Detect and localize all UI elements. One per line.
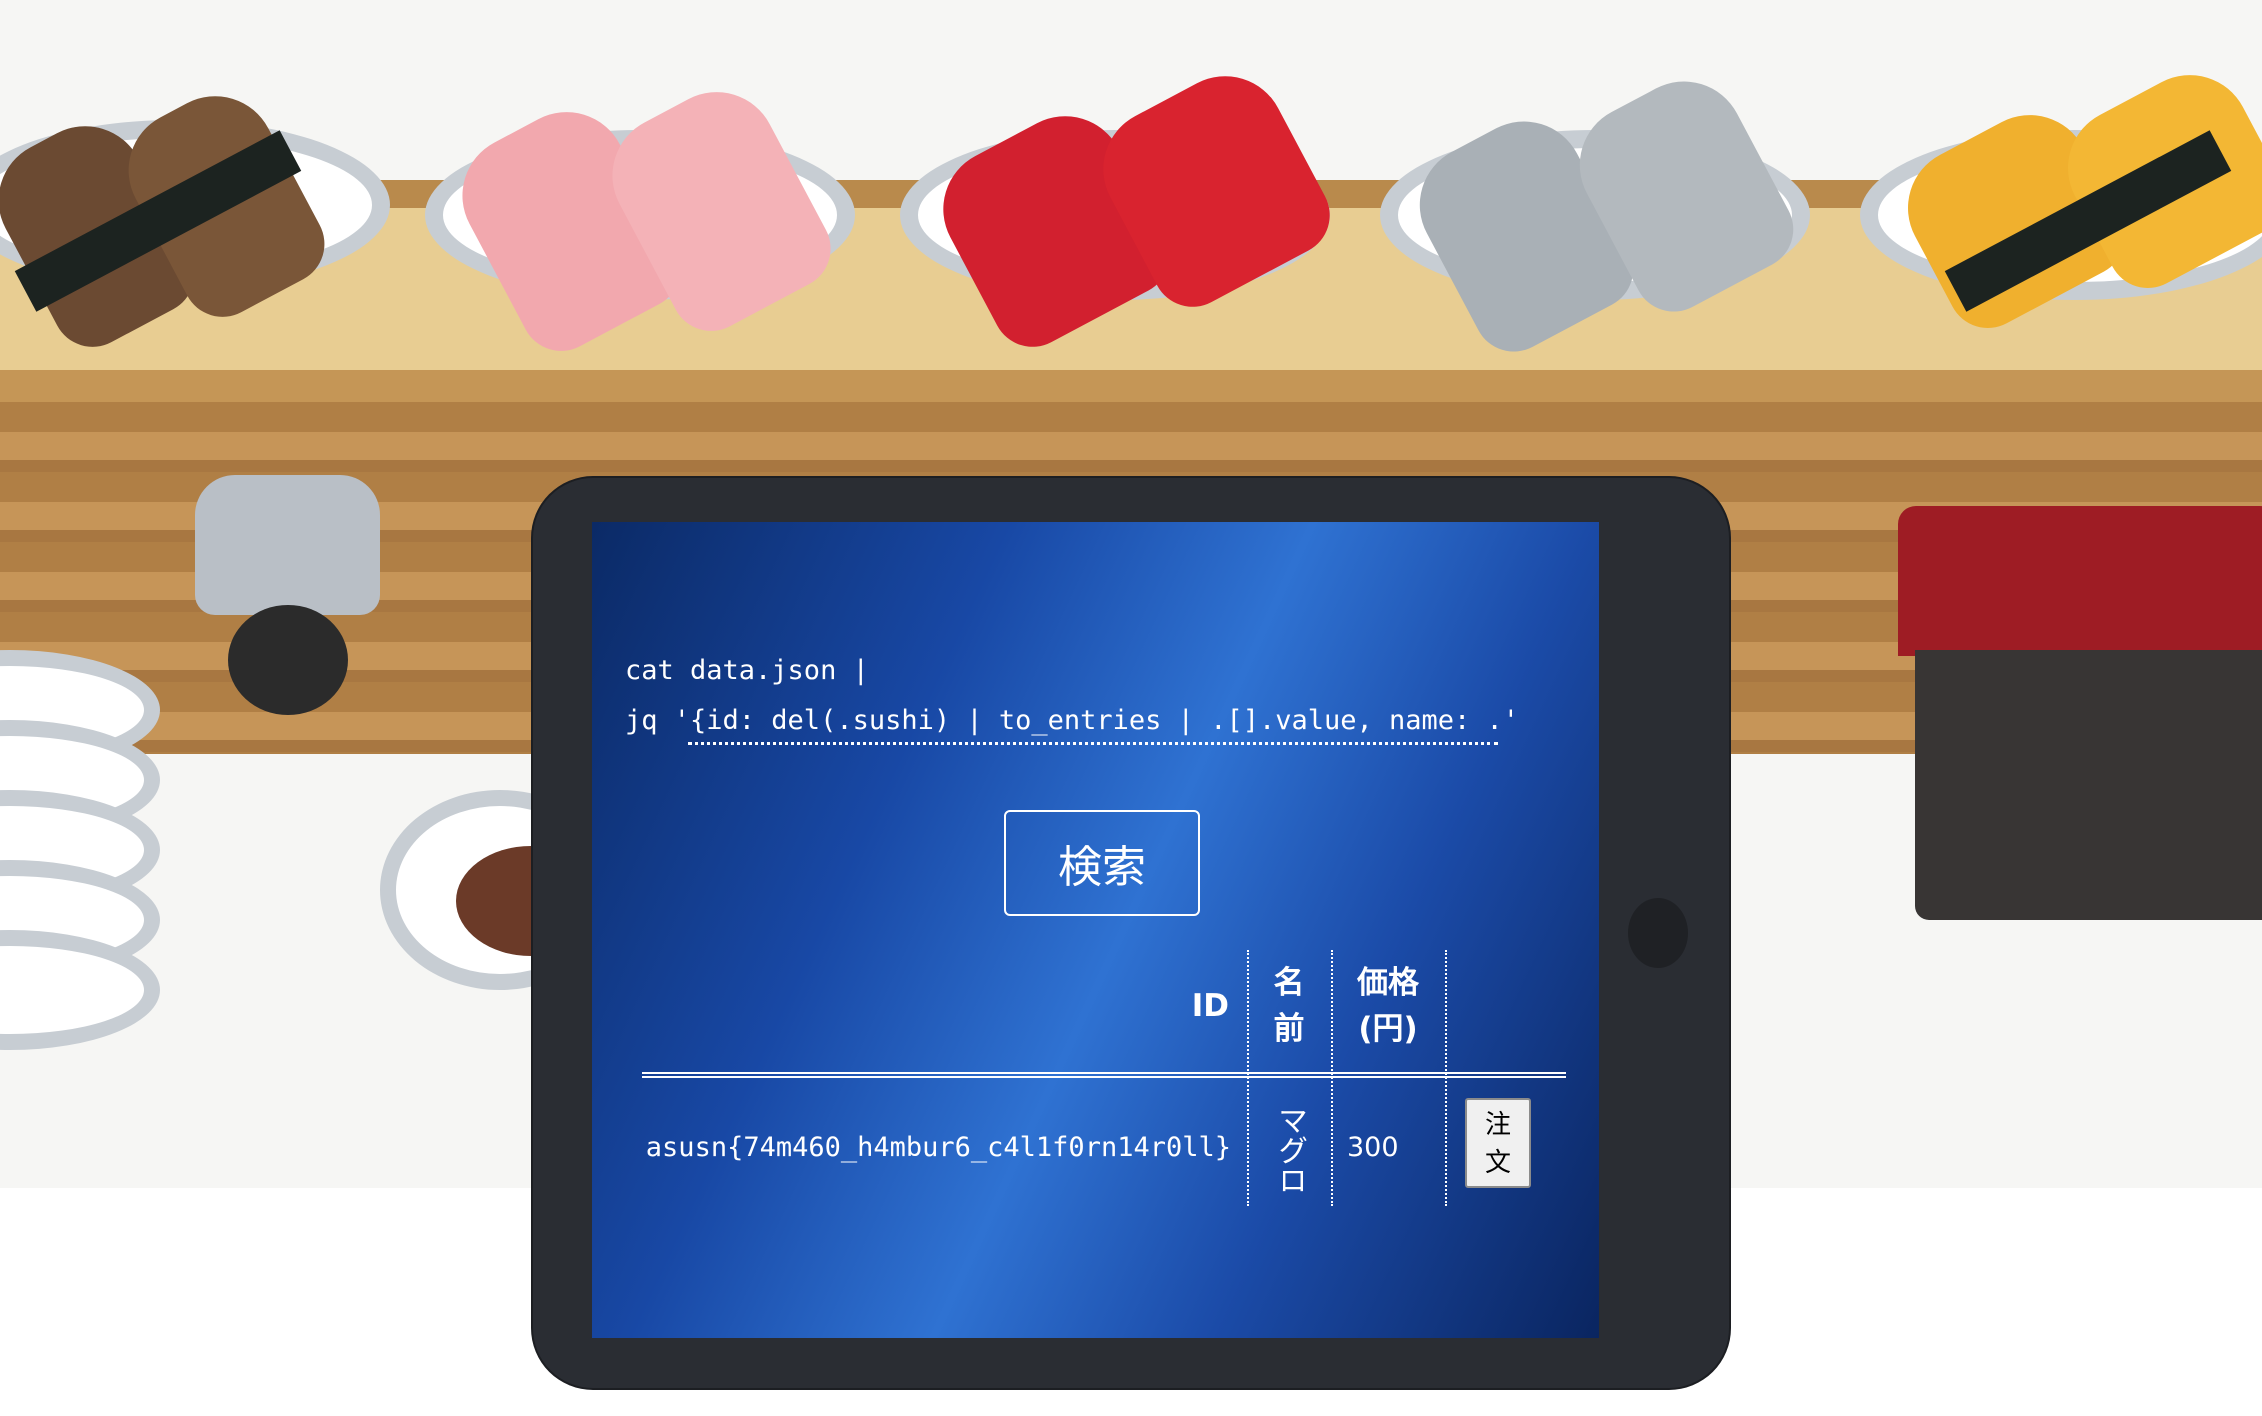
- search-button[interactable]: 検索: [1004, 810, 1200, 916]
- header-price-text: 価格(円): [1357, 965, 1419, 1047]
- column-divider: [1445, 950, 1447, 1206]
- header-name: 名前: [1247, 960, 1331, 1090]
- box-body: [1915, 650, 2262, 920]
- command-text: cat data.json | jq '{id: del(.sushi) | t…: [625, 646, 1519, 746]
- command-line-1: cat data.json |: [625, 655, 869, 686]
- plate-mackerel-sushi: [1380, 60, 1810, 366]
- header-name-text: 名前: [1273, 965, 1305, 1047]
- plate-shrimp-sushi: [425, 70, 855, 366]
- box-lid: [1898, 506, 2262, 656]
- tablet-device: cat data.json | jq '{id: del(.sushi) | t…: [533, 478, 1729, 1388]
- row-name-cell: マグロ: [1247, 1090, 1331, 1210]
- row-id-cell: asusn{74m460_h4mbur6_c4l1f0rn14r0ll}: [645, 1132, 1231, 1163]
- order-button[interactable]: 注文: [1465, 1098, 1531, 1188]
- row-name-text: マグロ: [1272, 1105, 1307, 1195]
- row-price-cell: 300: [1347, 1132, 1399, 1163]
- command-input-underline: [688, 742, 1498, 745]
- tablet-screen: cat data.json | jq '{id: del(.sushi) | t…: [592, 522, 1599, 1338]
- stacked-plates: [0, 650, 160, 1120]
- header-price: 価格(円): [1331, 960, 1445, 1090]
- order-button-label: 注文: [1484, 1109, 1511, 1177]
- header-separator: [642, 1072, 1566, 1078]
- tea-dispenser: [195, 475, 380, 615]
- command-line-2[interactable]: jq '{id: del(.sushi) | to_entries | .[].…: [625, 696, 1519, 746]
- home-button[interactable]: [1628, 898, 1688, 968]
- header-id: ID: [1191, 988, 1229, 1024]
- dispenser-knob: [228, 605, 348, 715]
- plate-tuna-sushi: [900, 55, 1344, 361]
